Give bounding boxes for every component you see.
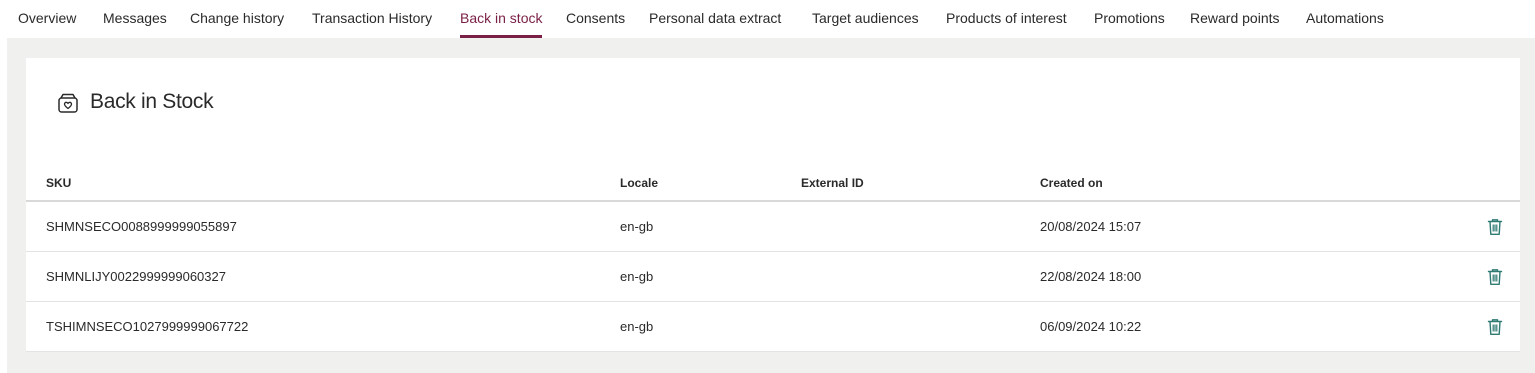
table-row: TSHIMNSECO1027999999067722 en-gb 06/09/2… — [26, 302, 1520, 352]
column-header-sku: SKU — [46, 176, 72, 190]
created-on-cell: 06/09/2024 10:22 — [1040, 319, 1142, 334]
sku-cell: SHMNSECO0088999999055897 — [46, 219, 237, 234]
heart-box-icon — [58, 93, 78, 113]
tab-bar: Overview Messages Change history Transac… — [0, 0, 1535, 38]
trash-icon[interactable] — [1487, 218, 1503, 236]
sku-cell: SHMNLIJY0022999999060327 — [46, 269, 226, 284]
tab-target-audiences[interactable]: Target audiences — [812, 0, 919, 38]
sku-cell: TSHIMNSECO1027999999067722 — [46, 319, 249, 334]
tab-change-history[interactable]: Change history — [190, 0, 284, 38]
tab-consents[interactable]: Consents — [566, 0, 625, 38]
table-row: SHMNSECO0088999999055897 en-gb 20/08/202… — [26, 202, 1520, 252]
tab-products-of-interest[interactable]: Products of interest — [946, 0, 1067, 38]
locale-cell: en-gb — [620, 319, 654, 334]
trash-icon[interactable] — [1487, 268, 1503, 286]
table-row: SHMNLIJY0022999999060327 en-gb 22/08/202… — [26, 252, 1520, 302]
locale-cell: en-gb — [620, 219, 654, 234]
column-header-locale: Locale — [620, 176, 659, 190]
back-in-stock-card: Back in Stock SKU Locale External ID Cre… — [26, 58, 1520, 352]
tab-automations[interactable]: Automations — [1306, 0, 1384, 38]
trash-icon[interactable] — [1487, 318, 1503, 336]
tab-overview[interactable]: Overview — [18, 0, 76, 38]
created-on-cell: 22/08/2024 18:00 — [1040, 269, 1142, 284]
locale-cell: en-gb — [620, 269, 654, 284]
tab-promotions[interactable]: Promotions — [1094, 0, 1165, 38]
column-header-created-on: Created on — [1040, 176, 1103, 190]
tab-reward-points[interactable]: Reward points — [1190, 0, 1280, 38]
created-on-cell: 20/08/2024 15:07 — [1040, 219, 1142, 234]
tab-messages[interactable]: Messages — [103, 0, 167, 38]
tab-personal-data-extract[interactable]: Personal data extract — [649, 0, 781, 38]
card-title: Back in Stock — [90, 90, 214, 113]
tab-transaction-history[interactable]: Transaction History — [312, 0, 432, 38]
column-header-external-id: External ID — [801, 176, 864, 190]
tab-back-in-stock[interactable]: Back in stock — [460, 0, 543, 38]
